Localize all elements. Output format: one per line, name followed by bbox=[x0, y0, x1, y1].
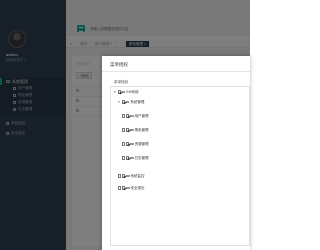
checkbox[interactable] bbox=[122, 114, 126, 118]
checkbox[interactable] bbox=[118, 186, 122, 190]
tree-field-label: 菜单授权 bbox=[114, 80, 129, 84]
chevron-down-icon[interactable]: ▾ bbox=[114, 90, 117, 94]
dialog-divider bbox=[102, 71, 250, 72]
tree-node-logs[interactable]: 日志管理 bbox=[122, 156, 149, 160]
checkbox[interactable] bbox=[122, 142, 126, 146]
tree-node-roles[interactable]: 角色管理 bbox=[122, 128, 149, 132]
tree-node-monitoring[interactable]: 系统监控 bbox=[118, 174, 145, 178]
checkbox[interactable] bbox=[126, 114, 130, 118]
checkbox[interactable] bbox=[122, 186, 126, 190]
checkbox[interactable] bbox=[122, 174, 126, 178]
checkbox[interactable] bbox=[122, 100, 126, 104]
checkbox[interactable] bbox=[122, 128, 126, 132]
tree-node-logout[interactable]: 安全退出 bbox=[118, 186, 145, 190]
dialog-title: 菜单授权 bbox=[110, 62, 128, 67]
checkbox[interactable] bbox=[126, 142, 130, 146]
checkbox[interactable] bbox=[118, 174, 122, 178]
tree-node-system-management[interactable]: ▾ 系统管理 bbox=[118, 100, 144, 104]
menu-tree bbox=[110, 86, 250, 246]
checkbox[interactable] bbox=[126, 128, 130, 132]
checkbox[interactable] bbox=[122, 156, 126, 160]
checkbox[interactable] bbox=[118, 90, 122, 94]
chevron-down-icon[interactable]: ▾ bbox=[118, 100, 121, 104]
tree-node-root[interactable]: ▾ EM系统 bbox=[114, 90, 139, 94]
tree-node-users[interactable]: 用户管理 bbox=[122, 114, 149, 118]
checkbox[interactable] bbox=[126, 156, 130, 160]
tree-node-resources[interactable]: 资源管理 bbox=[122, 142, 149, 146]
menu-authorization-dialog: 菜单授权 菜单授权 ▾ EM系统 ▾ 系统管理 用户管理 角色管理 资源管理 日志管… bbox=[102, 56, 250, 250]
